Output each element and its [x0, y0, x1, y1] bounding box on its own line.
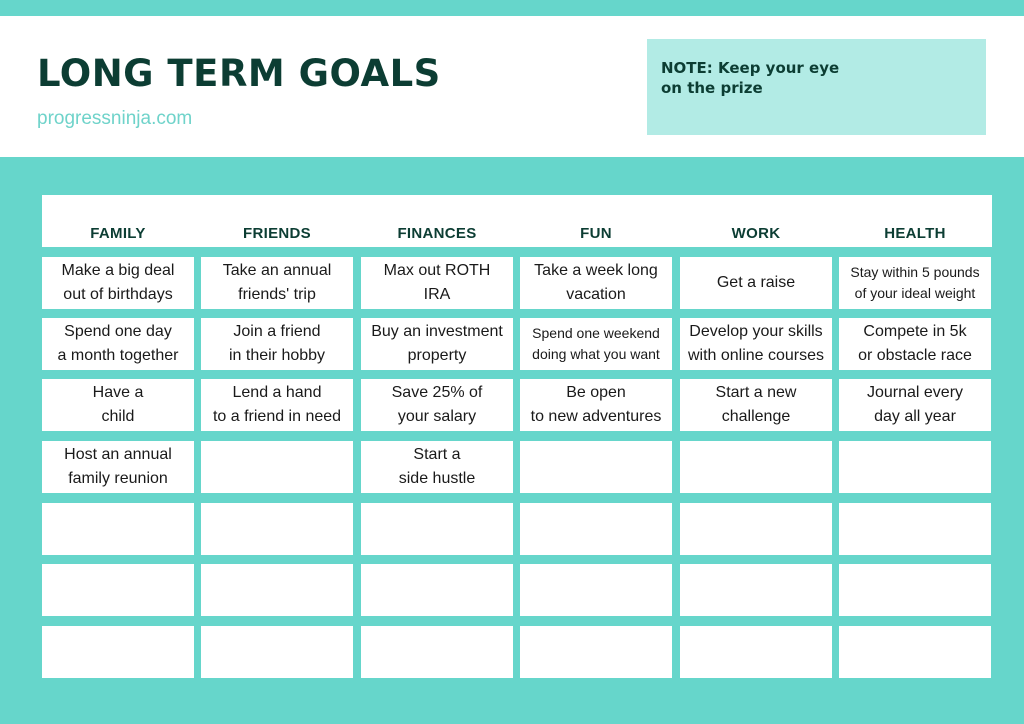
goal-cell	[520, 564, 672, 616]
column-header-health: HEALTH	[884, 225, 946, 242]
goal-cell	[201, 564, 353, 616]
note-text: NOTE: Keep your eye on the prize	[661, 59, 840, 97]
goal-cell	[42, 564, 194, 616]
goal-cell: Spend one day a month together	[42, 318, 194, 370]
goal-cell	[680, 564, 832, 616]
column-header-work: WORK	[731, 225, 781, 242]
goal-cell	[361, 503, 513, 555]
goal-cell	[839, 503, 991, 555]
goal-cell	[520, 441, 672, 493]
goal-cell	[201, 503, 353, 555]
goal-cell: Compete in 5k or obstacle race	[839, 318, 991, 370]
goal-cell: Save 25% of your salary	[361, 379, 513, 431]
goal-cell	[201, 626, 353, 678]
goal-cell	[680, 503, 832, 555]
goal-cell	[361, 626, 513, 678]
goal-cell	[201, 441, 353, 493]
goal-cell: Host an annual family reunion	[42, 441, 194, 493]
column-header-finances: FINANCES	[397, 225, 477, 242]
goal-cell	[839, 441, 991, 493]
goal-cell	[680, 626, 832, 678]
goal-cell: Journal every day all year	[839, 379, 991, 431]
goal-cell	[839, 626, 991, 678]
goal-cell: Start a new challenge	[680, 379, 832, 431]
goal-cell: Make a big deal out of birthdays	[42, 257, 194, 309]
goal-cell: Start a side hustle	[361, 441, 513, 493]
column-header-fun: FUN	[580, 225, 612, 242]
goal-cell	[520, 626, 672, 678]
column-header-row: FAMILY FRIENDS FINANCES FUN WORK HEALTH	[42, 195, 992, 247]
goal-cell: Lend a hand to a friend in need	[201, 379, 353, 431]
goal-cell: Spend one weekend doing what you want	[520, 318, 672, 370]
goal-cell: Stay within 5 pounds of your ideal weigh…	[839, 257, 991, 309]
goal-cell: Get a raise	[680, 257, 832, 309]
goal-cell	[42, 626, 194, 678]
goal-cell	[680, 441, 832, 493]
site-name: progressninja.com	[37, 108, 193, 129]
page-title: LONG TERM GOALS	[37, 52, 441, 95]
goal-cell: Have a child	[42, 379, 194, 431]
goal-cell: Buy an investment property	[361, 318, 513, 370]
goal-cell: Take an annual friends' trip	[201, 257, 353, 309]
goal-cell	[839, 564, 991, 616]
goal-cell: Be open to new adventures	[520, 379, 672, 431]
goal-cell: Take a week long vacation	[520, 257, 672, 309]
note-box: NOTE: Keep your eye on the prize	[647, 39, 986, 135]
goal-cell	[361, 564, 513, 616]
goal-cell: Join a friend in their hobby	[201, 318, 353, 370]
column-header-family: FAMILY	[90, 225, 146, 242]
goal-cell	[42, 503, 194, 555]
header-panel: LONG TERM GOALS progressninja.com NOTE: …	[0, 16, 1024, 157]
goal-cell: Develop your skills with online courses	[680, 318, 832, 370]
column-header-friends: FRIENDS	[243, 225, 311, 242]
goal-cell	[520, 503, 672, 555]
goal-cell: Max out ROTH IRA	[361, 257, 513, 309]
